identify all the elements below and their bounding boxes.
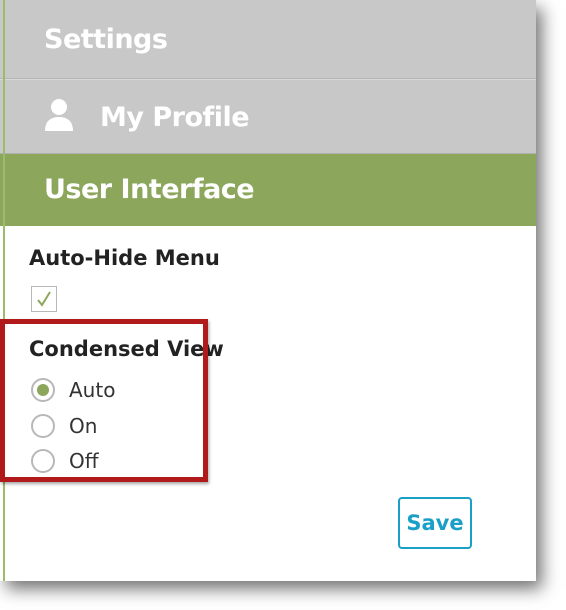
user-icon (44, 98, 74, 132)
menu-item-label: User Interface (44, 174, 255, 205)
auto-hide-menu-label: Auto-Hide Menu (29, 246, 220, 270)
menu-item-user-interface[interactable]: User Interface (0, 154, 536, 226)
menu-item-my-profile[interactable]: My Profile (0, 79, 536, 154)
menu-item-label: My Profile (100, 102, 250, 133)
page-title: Settings (44, 24, 168, 55)
checkmark-icon (37, 291, 51, 307)
condensed-view-highlight (0, 319, 208, 482)
settings-header: Settings (0, 0, 536, 79)
settings-panel: Settings My Profile User Interface Auto-… (0, 0, 536, 581)
panel-left-border (3, 0, 5, 581)
auto-hide-menu-checkbox[interactable] (31, 286, 57, 312)
save-button[interactable]: Save (398, 497, 472, 549)
